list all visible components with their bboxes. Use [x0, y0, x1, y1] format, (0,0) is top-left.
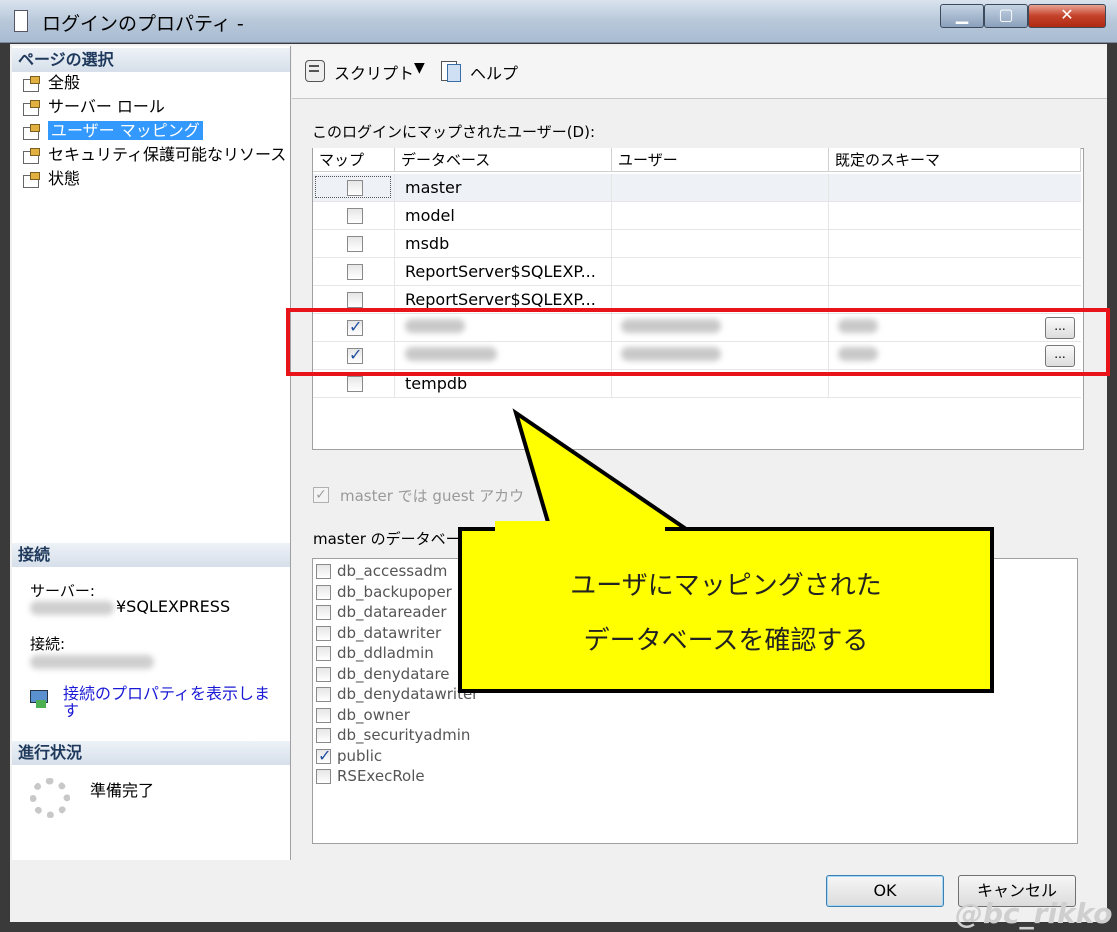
role-item[interactable]: public [316, 746, 382, 766]
role-item[interactable]: db_owner [316, 705, 410, 725]
role-item[interactable]: db_accessadm [316, 561, 447, 581]
maximize-button[interactable]: ▢ [984, 4, 1028, 28]
mapping-label: このログインにマップされたユーザー(D): [312, 123, 596, 141]
column-header-user[interactable]: ユーザー [612, 148, 829, 172]
map-checkbox[interactable] [347, 208, 363, 224]
window-icon [14, 10, 28, 32]
guest-label: master では guest アカウ [340, 487, 525, 505]
ok-button[interactable]: OK [826, 875, 944, 907]
table-row[interactable]: msdb [313, 230, 1081, 258]
role-checkbox[interactable] [316, 646, 331, 661]
highlight-box [286, 308, 1110, 376]
page-icon [22, 99, 42, 116]
guest-checkbox[interactable]: ✓ [313, 487, 329, 503]
database-name: master [405, 178, 462, 197]
page-select-header: ページの選択 [12, 48, 290, 72]
server-value: ¥SQLEXPRESS [116, 597, 231, 616]
role-item[interactable]: db_ddladmin [316, 643, 434, 663]
role-item[interactable]: RSExecRole [316, 766, 425, 786]
callout-line-2: データベースを確認する [583, 626, 869, 656]
page-general[interactable]: 全般 [22, 72, 80, 94]
page-icon [22, 75, 42, 92]
database-name: ReportServer$SQLEXP... [405, 290, 596, 309]
table-row[interactable]: model [313, 202, 1081, 230]
role-item[interactable]: db_securityadmin [316, 725, 470, 745]
script-icon [304, 58, 326, 82]
map-checkbox[interactable] [347, 236, 363, 252]
role-checkbox[interactable] [316, 667, 331, 682]
minimize-button[interactable]: ▁ [940, 4, 984, 28]
role-checkbox[interactable] [316, 769, 331, 784]
page-user-mapping[interactable]: ユーザー マッピング [22, 120, 203, 142]
server-label: サーバー: [30, 582, 95, 600]
help-icon [440, 58, 462, 82]
role-item[interactable]: db_datareader [316, 602, 447, 622]
table-row[interactable]: master [313, 174, 1081, 202]
database-name: ReportServer$SQLEXP... [405, 262, 596, 281]
callout-joint [495, 521, 665, 531]
callout-box [458, 527, 994, 693]
progress-spinner-icon [30, 778, 70, 818]
window-title: ログインのプロパティ - [42, 13, 244, 35]
role-checkbox[interactable] [316, 585, 331, 600]
database-name: msdb [405, 234, 450, 253]
role-item[interactable]: db_denydatawriter [316, 684, 478, 704]
progress-header: 進行状況 [12, 741, 290, 765]
page-status[interactable]: 状態 [22, 168, 80, 190]
page-icon [22, 123, 42, 140]
connection-label: 接続: [30, 635, 66, 653]
role-checkbox[interactable] [316, 687, 331, 702]
watermark: @bc_rikko [955, 897, 1113, 930]
page-securables[interactable]: セキュリティ保護可能なリソース [22, 144, 286, 166]
role-item[interactable]: db_backupoper [316, 582, 452, 602]
column-header-schema[interactable]: 既定のスキーマ [829, 148, 1081, 172]
page-icon [22, 171, 42, 188]
page-server-roles[interactable]: サーバー ロール [22, 96, 165, 118]
close-button[interactable]: ✕ [1028, 4, 1106, 28]
role-checkbox[interactable] [316, 626, 331, 641]
role-checkbox[interactable] [316, 746, 331, 766]
column-header-database[interactable]: データベース [395, 148, 612, 172]
connection-properties-icon [28, 688, 50, 708]
chevron-down-icon[interactable]: ▼ [414, 60, 425, 76]
connection-properties-link[interactable]: 接続のプロパティを表示します [63, 685, 283, 719]
map-checkbox[interactable] [347, 376, 363, 392]
map-checkbox[interactable] [347, 180, 363, 196]
table-row[interactable]: ReportServer$SQLEXP... [313, 258, 1081, 286]
roles-label: master のデータベー [313, 530, 461, 548]
map-checkbox[interactable] [347, 292, 363, 308]
role-item[interactable]: db_denydatare [316, 664, 450, 684]
callout-pointer [512, 408, 693, 531]
map-checkbox[interactable] [347, 264, 363, 280]
help-button[interactable]: ヘルプ [470, 60, 518, 84]
callout-line-1: ユーザにマッピングされた [570, 571, 882, 601]
role-item[interactable]: db_datawriter [316, 623, 441, 643]
progress-status: 準備完了 [90, 781, 155, 800]
script-button[interactable]: スクリプト [334, 60, 414, 84]
database-name: tempdb [405, 374, 468, 393]
connection-header: 接続 [12, 543, 290, 567]
role-checkbox[interactable] [316, 605, 331, 620]
role-checkbox[interactable] [316, 564, 331, 579]
column-header-map[interactable]: マップ [313, 148, 395, 172]
page-icon [22, 147, 42, 164]
database-name: model [405, 206, 455, 225]
role-checkbox[interactable] [316, 708, 331, 723]
role-checkbox[interactable] [316, 728, 331, 743]
